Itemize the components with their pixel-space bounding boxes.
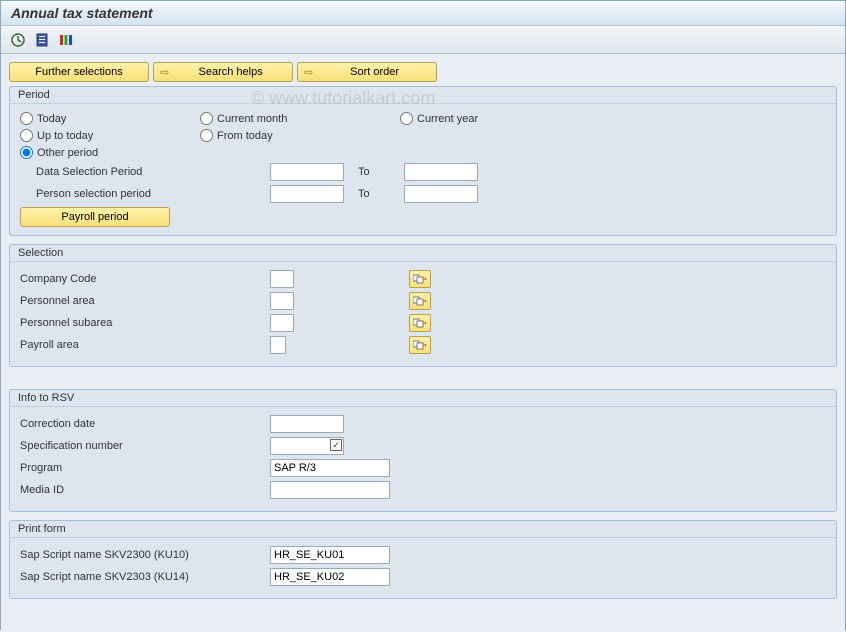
button-label: Payroll period (61, 211, 128, 223)
radio-from-today[interactable]: From today (200, 129, 380, 142)
payroll-area-input[interactable] (270, 336, 286, 354)
correction-date-input[interactable] (270, 415, 344, 433)
radio-current-month-input[interactable] (200, 112, 213, 125)
radio-current-year[interactable]: Current year (400, 112, 560, 125)
group-header: Selection (10, 245, 836, 262)
media-id-label: Media ID (20, 484, 270, 496)
group-header: Print form (10, 521, 836, 538)
content-area: © www.tutorialkart.com Further selection… (1, 54, 845, 632)
radio-current-month[interactable]: Current month (200, 112, 380, 125)
to-label: To (344, 188, 404, 200)
skv2300-input[interactable] (270, 546, 390, 564)
radio-today[interactable]: Today (20, 112, 180, 125)
personnel-area-input[interactable] (270, 292, 294, 310)
program-input[interactable] (270, 459, 390, 477)
radio-label: Other period (37, 147, 98, 159)
arrow-right-icon: ⇨ (304, 66, 313, 79)
radio-label: Up to today (37, 130, 93, 142)
app-toolbar (1, 26, 845, 54)
search-helps-button[interactable]: ⇨ Search helps (153, 62, 293, 82)
skv2300-label: Sap Script name SKV2300 (KU10) (20, 549, 270, 561)
skv2303-label: Sap Script name SKV2303 (KU14) (20, 571, 270, 583)
sort-order-button[interactable]: ⇨ Sort order (297, 62, 437, 82)
radio-other-period[interactable]: Other period (20, 146, 180, 159)
correction-date-label: Correction date (20, 418, 270, 430)
radio-current-year-input[interactable] (400, 112, 413, 125)
company-code-input[interactable] (270, 270, 294, 288)
radio-from-today-input[interactable] (200, 129, 213, 142)
group-header: Period (10, 87, 836, 104)
selection-group: Selection Company Code Personnel area (9, 244, 837, 367)
group-header: Info to RSV (10, 390, 836, 407)
window: Annual tax statement © www.tutorialkart.… (0, 0, 846, 630)
data-selection-to-input[interactable] (404, 163, 478, 181)
multiple-selection-button[interactable] (409, 270, 431, 288)
payroll-area-label: Payroll area (20, 339, 270, 351)
title-bar: Annual tax statement (1, 1, 845, 26)
multiple-selection-button[interactable] (409, 314, 431, 332)
rsv-group: Info to RSV Correction date Specificatio… (9, 389, 837, 512)
multiple-selection-button[interactable] (409, 336, 431, 354)
person-selection-label: Person selection period (36, 188, 270, 200)
to-label: To (344, 166, 404, 178)
radio-label: Current year (417, 113, 478, 125)
radio-other-period-input[interactable] (20, 146, 33, 159)
radio-up-to-today[interactable]: Up to today (20, 129, 180, 142)
data-selection-label: Data Selection Period (36, 166, 270, 178)
spec-number-label: Specification number (20, 440, 270, 452)
button-label: Sort order (323, 66, 426, 78)
personnel-area-label: Personnel area (20, 295, 270, 307)
arrow-right-icon: ⇨ (160, 66, 169, 79)
button-label: Search helps (179, 66, 282, 78)
button-label: Further selections (35, 66, 122, 78)
radio-up-to-today-input[interactable] (20, 129, 33, 142)
print-form-group: Print form Sap Script name SKV2300 (KU10… (9, 520, 837, 599)
execute-icon[interactable] (9, 31, 27, 49)
period-group: Period Today Current month Current year (9, 86, 837, 236)
person-selection-from-input[interactable] (270, 185, 344, 203)
spec-number-checkbox[interactable]: ✓ (330, 439, 342, 451)
further-selections-button[interactable]: Further selections (9, 62, 149, 82)
selection-button-row: Further selections ⇨ Search helps ⇨ Sort… (9, 62, 837, 82)
payroll-period-button[interactable]: Payroll period (20, 207, 170, 227)
personnel-subarea-label: Personnel subarea (20, 317, 270, 329)
data-selection-from-input[interactable] (270, 163, 344, 181)
page-title: Annual tax statement (11, 5, 153, 21)
program-doc-icon[interactable] (33, 31, 51, 49)
person-selection-to-input[interactable] (404, 185, 478, 203)
company-code-label: Company Code (20, 273, 270, 285)
radio-today-input[interactable] (20, 112, 33, 125)
radio-label: From today (217, 130, 273, 142)
media-id-input[interactable] (270, 481, 390, 499)
program-label: Program (20, 462, 270, 474)
personnel-subarea-input[interactable] (270, 314, 294, 332)
radio-label: Current month (217, 113, 287, 125)
multiple-selection-button[interactable] (409, 292, 431, 310)
skv2303-input[interactable] (270, 568, 390, 586)
color-icon[interactable] (57, 31, 75, 49)
radio-label: Today (37, 113, 66, 125)
